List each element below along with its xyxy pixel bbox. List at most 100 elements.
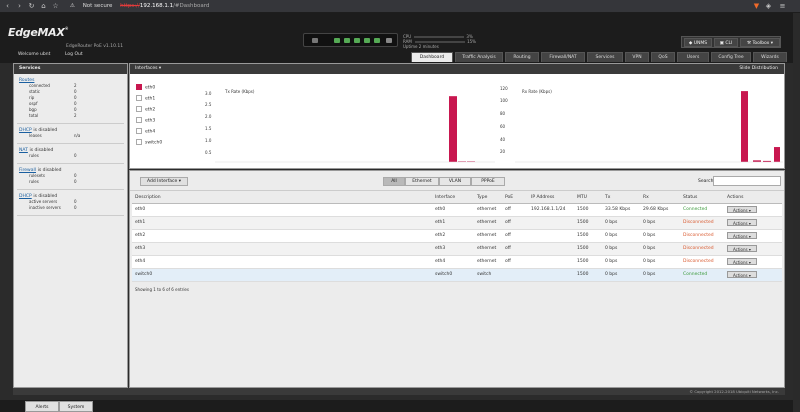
system-stats: CPU 3% RAM 15% Uptime 2 minutes [403, 34, 493, 49]
table-row[interactable]: eth3 eth3 ethernet off 1500 0 bps 0 bps Disconn… [132, 242, 782, 256]
col-description[interactable]: Description [132, 193, 432, 204]
back-icon[interactable]: ‹ [3, 2, 12, 11]
actions-cell[interactable]: Actions ▾ [724, 216, 782, 230]
col-rx[interactable]: Rx [640, 193, 680, 204]
table-row[interactable]: switch0 switch0 switch 1500 0 bps 0 bps Connec… [132, 268, 782, 282]
tx-tick: 0.5 [205, 150, 212, 155]
browser-toolbar: ‹ › ↻ ⌂ ☆ ⚠ Not secure https://192.168.1… [0, 0, 800, 13]
port-icon [354, 38, 360, 43]
extension-icon[interactable]: ◈ [764, 2, 773, 11]
bookmark-icon[interactable]: ☆ [51, 2, 60, 11]
actions-button[interactable]: Actions ▾ [727, 218, 757, 226]
tx-rate-chart [215, 96, 495, 163]
home-icon[interactable]: ⌂ [39, 2, 48, 11]
actions-button[interactable]: Actions ▾ [727, 205, 757, 213]
table-cell: 1500 [574, 229, 602, 243]
actions-cell[interactable]: Actions ▾ [724, 229, 782, 243]
table-cell: 1500 [574, 216, 602, 230]
actions-button[interactable]: Actions ▾ [727, 270, 757, 278]
table-cell: eth3 [432, 242, 474, 256]
table-row[interactable]: eth1 eth1 ethernet off 1500 0 bps 0 bps Disconn… [132, 216, 782, 230]
search-input[interactable] [713, 176, 781, 186]
tab-traffic-analysis[interactable]: Traffic Analysis [455, 52, 503, 62]
page-scrollbar[interactable] [793, 13, 800, 412]
tab-vpn[interactable]: VPN [625, 52, 649, 62]
interface-checkbox-eth0[interactable]: eth0 [136, 84, 155, 91]
rx-tick: 60 [500, 124, 506, 129]
table-cell [528, 242, 574, 256]
interface-checkbox-eth4[interactable]: eth4 [136, 128, 155, 135]
actions-cell[interactable]: Actions ▾ [724, 255, 782, 269]
tab-services[interactable]: Services [587, 52, 623, 62]
interface-checkbox-eth1[interactable]: eth1 [136, 95, 155, 102]
tx-tick: 2.0 [205, 114, 212, 119]
tab-qos[interactable]: QoS [651, 52, 675, 62]
table-toolbar: Add Interface ▾ All Ethernet VLAN PPPoE … [130, 171, 784, 191]
table-info: Showing 1 to 6 of 6 entries [135, 287, 189, 292]
actions-cell[interactable]: Actions ▾ [724, 268, 782, 282]
table-cell: 0 bps [602, 229, 640, 243]
tab-users[interactable]: Users [677, 52, 709, 62]
tab-wizards[interactable]: Wizards [753, 52, 787, 62]
chart-bar [741, 91, 748, 162]
tab-routing[interactable]: Routing [505, 52, 539, 62]
col-tx[interactable]: Tx [602, 193, 640, 204]
table-row[interactable]: eth0 eth0 ethernet off 192.168.1.1/24 1500 33.… [132, 203, 782, 217]
table-cell: switch [474, 268, 502, 282]
table-cell: eth4 [132, 255, 432, 269]
system-button[interactable]: System [59, 401, 93, 412]
filter-vlan[interactable]: VLAN [439, 177, 471, 186]
tab-firewall-nat[interactable]: Firewall/NAT [541, 52, 585, 62]
table-cell: Connected [680, 268, 724, 282]
col-mtu[interactable]: MTU [574, 193, 602, 204]
actions-button[interactable]: Actions ▾ [727, 257, 757, 265]
logout-link[interactable]: Log Out [65, 52, 83, 57]
list-item: inactive servers 0 [29, 205, 77, 210]
col-interface[interactable]: Interface [432, 193, 474, 204]
toolbox-button[interactable]: ⚒ Toolbox ▾ [740, 38, 780, 47]
filter-all[interactable]: All [383, 177, 405, 186]
interfaces-dropdown[interactable]: Interfaces ▾ [135, 66, 161, 71]
table-cell: eth2 [132, 229, 432, 243]
forward-icon[interactable]: › [15, 2, 24, 11]
tab-dashboard[interactable]: Dashboard [411, 52, 453, 62]
interface-checkbox-switch0[interactable]: switch0 [136, 139, 162, 146]
table-cell [528, 216, 574, 230]
col-ip-address[interactable]: IP Address [528, 193, 574, 204]
address-bar[interactable]: ⚠ Not secure https://192.168.1.1/#Dashbo… [70, 1, 710, 12]
filter-pppoe[interactable]: PPPoE [471, 177, 505, 186]
menu-icon[interactable]: ≡ [778, 2, 787, 11]
interface-checkbox-eth2[interactable]: eth2 [136, 106, 155, 113]
cli-button[interactable]: ▣ CLI [714, 38, 738, 47]
port-icon [374, 38, 380, 43]
alerts-button[interactable]: Alerts [25, 401, 59, 412]
table-cell: 0 bps [602, 255, 640, 269]
nat-link[interactable]: NAT [19, 148, 28, 153]
table-cell: off [502, 203, 528, 217]
reload-icon[interactable]: ↻ [27, 2, 36, 11]
port-icon [364, 38, 370, 43]
sidebar-title: Services [14, 64, 127, 74]
brave-shield-icon[interactable]: ▼ [752, 2, 761, 11]
table-cell: ethernet [474, 216, 502, 230]
device-ports-graphic [303, 33, 398, 47]
filter-ethernet[interactable]: Ethernet [405, 177, 439, 186]
dhcp-section: DHCP is disabled leases n/a [17, 124, 124, 144]
table-row[interactable]: eth2 eth2 ethernet off 1500 0 bps 0 bps Disconn… [132, 229, 782, 243]
slide-distribution-link[interactable]: Slide Distribution [739, 64, 778, 74]
col-type[interactable]: Type [474, 193, 502, 204]
actions-cell[interactable]: Actions ▾ [724, 203, 782, 217]
actions-button[interactable]: Actions ▾ [727, 244, 757, 252]
add-interface-button[interactable]: Add Interface ▾ [140, 177, 188, 186]
table-cell: 29.68 Kbps [640, 203, 680, 217]
interface-checkbox-eth3[interactable]: eth3 [136, 117, 155, 124]
col-status[interactable]: Status [680, 193, 724, 204]
tab-config-tree[interactable]: Config Tree [711, 52, 751, 62]
table-row[interactable]: eth4 eth4 ethernet off 1500 0 bps 0 bps Disconn… [132, 255, 782, 269]
actions-button[interactable]: Actions ▾ [727, 231, 757, 239]
actions-cell[interactable]: Actions ▾ [724, 242, 782, 256]
col-poe[interactable]: PoE [502, 193, 528, 204]
table-cell: 1500 [574, 255, 602, 269]
unms-button[interactable]: ◆ UNMS [684, 38, 712, 47]
list-item: total 2 [29, 113, 77, 118]
